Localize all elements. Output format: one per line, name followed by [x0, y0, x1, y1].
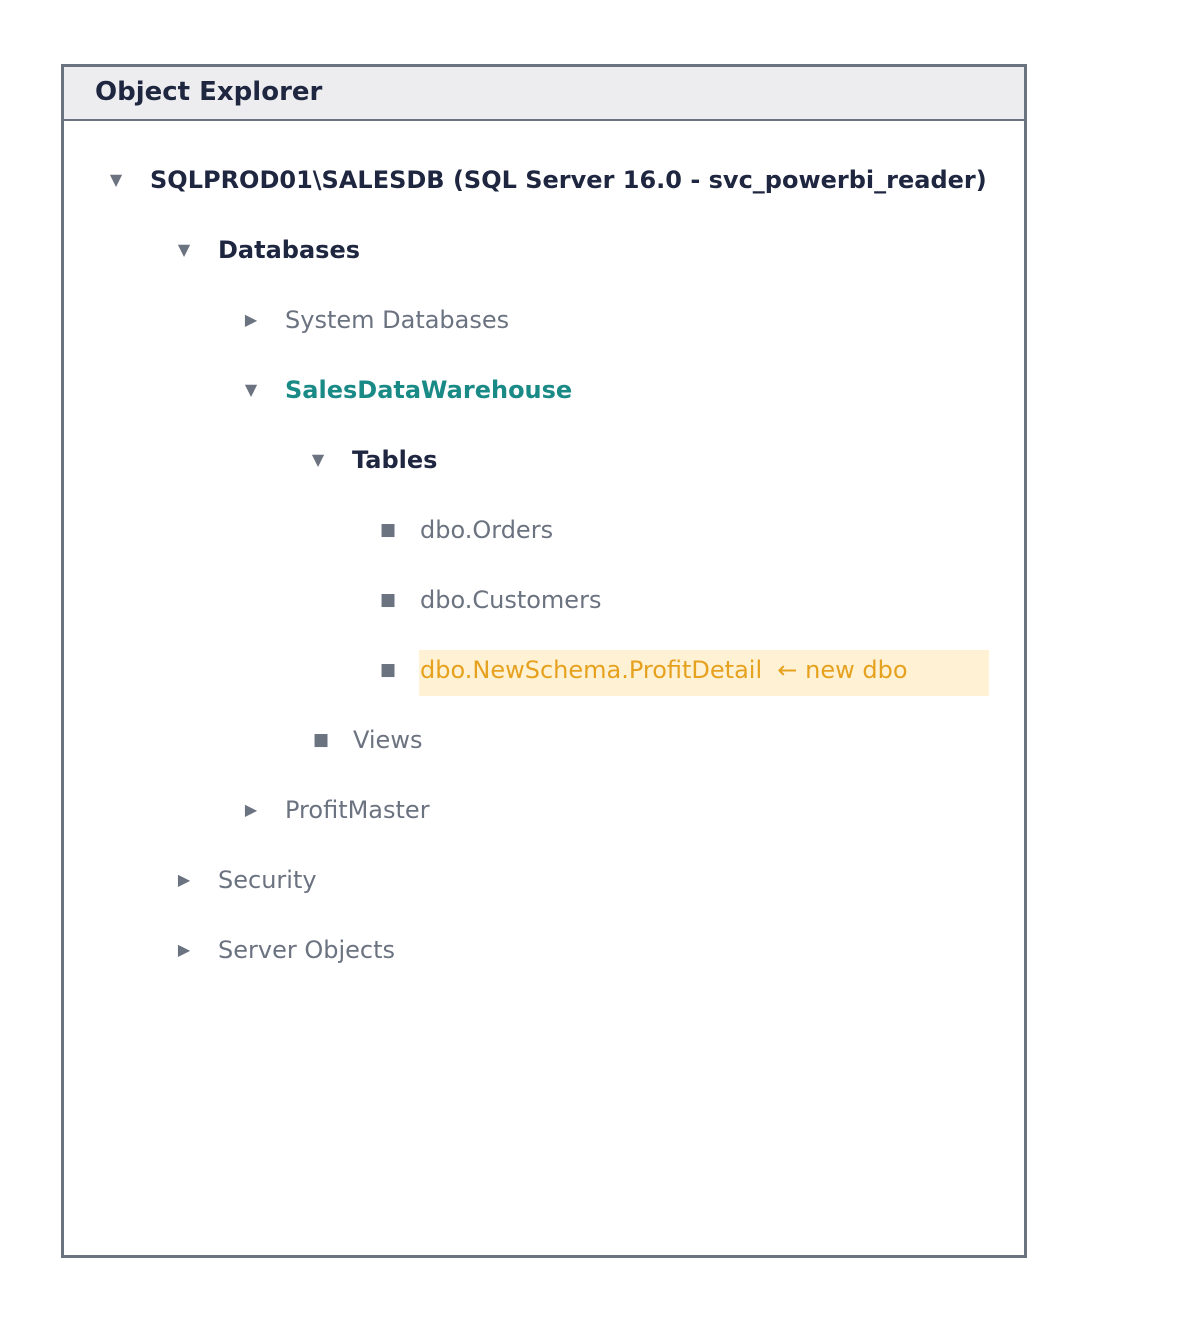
tree-node-databases-label: Databases [218, 236, 361, 264]
collapsed-arrow-icon[interactable]: ▶ [241, 306, 261, 334]
tree-node-server-label: SQLPROD01\SALESDB (SQL Server 16.0 - svc… [150, 166, 987, 194]
tree-node-system-databases-label: System Databases [285, 306, 510, 334]
tree-node-table-label: dbo.Orders [420, 516, 554, 544]
expanded-arrow-icon[interactable]: ▼ [308, 446, 328, 474]
tree-node-security-label: Security [218, 866, 317, 894]
tree-node-salesdatawarehouse-label: SalesDataWarehouse [285, 376, 573, 404]
table-leaf-icon: ■ [379, 660, 397, 680]
object-explorer-panel: Object Explorer ▼ SQLPROD01\SALESDB (SQL… [61, 64, 1027, 1258]
tree-node-table-label-highlighted: dbo.NewSchema.ProfitDetail ← new dbo [420, 656, 908, 684]
tree-node-views-label: Views [353, 726, 423, 754]
tree-node-tables-label: Tables [352, 446, 438, 474]
expanded-arrow-icon[interactable]: ▼ [241, 376, 261, 404]
expanded-arrow-icon[interactable]: ▼ [174, 236, 194, 264]
table-leaf-icon: ■ [379, 520, 397, 540]
collapsed-arrow-icon[interactable]: ▶ [241, 796, 261, 824]
tree-node-table-label: dbo.Customers [420, 586, 602, 614]
views-leaf-icon: ■ [312, 730, 330, 750]
tree-node-server-objects-label: Server Objects [218, 936, 395, 964]
table-leaf-icon: ■ [379, 590, 397, 610]
collapsed-arrow-icon[interactable]: ▶ [174, 936, 194, 964]
tree-node-profitmaster-label: ProfitMaster [285, 796, 430, 824]
collapsed-arrow-icon[interactable]: ▶ [174, 866, 194, 894]
panel-header: Object Explorer [64, 67, 1024, 121]
expanded-arrow-icon[interactable]: ▼ [106, 166, 126, 194]
panel-title: Object Explorer [95, 77, 323, 107]
